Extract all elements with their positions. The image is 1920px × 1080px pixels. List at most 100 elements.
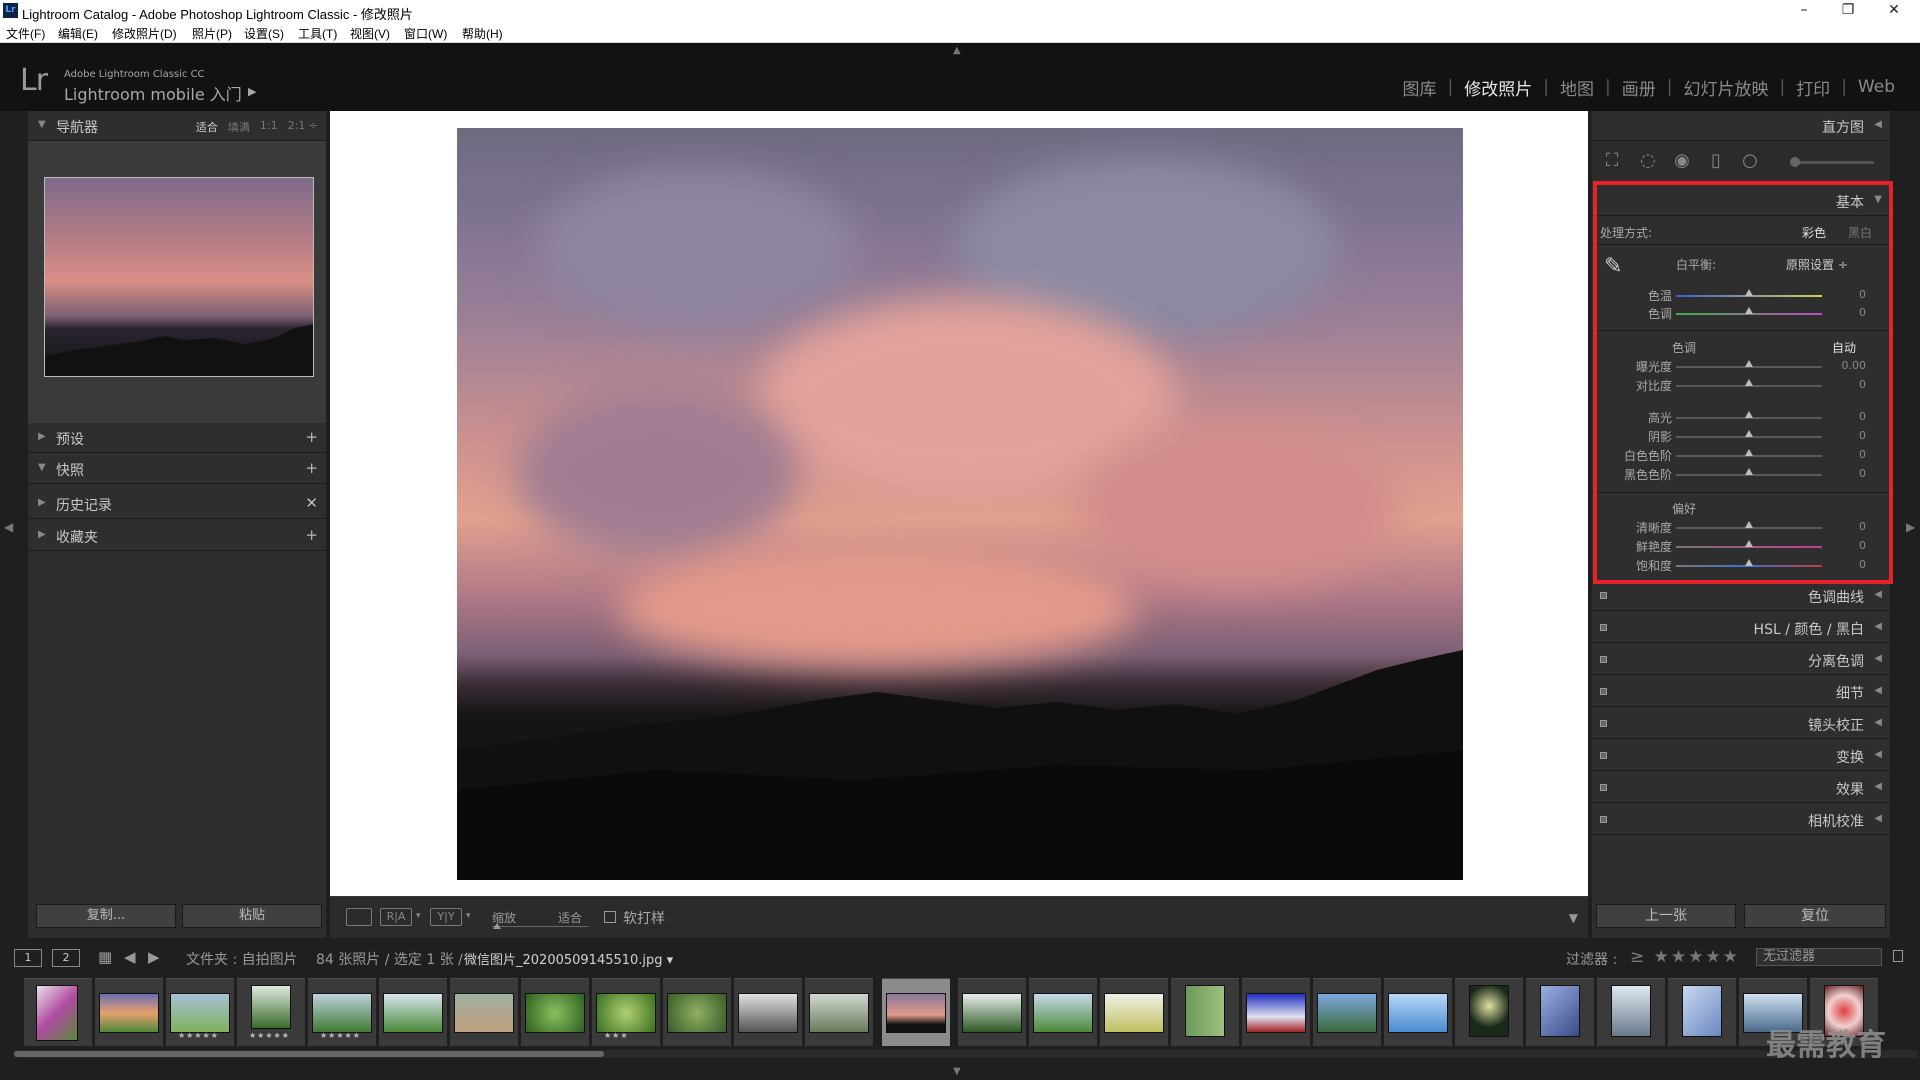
saturation-value[interactable]: 0 [1824, 558, 1866, 571]
filmstrip-thumbnail[interactable] [734, 978, 802, 1046]
loupe-view-button[interactable] [346, 908, 372, 926]
auto-tone-button[interactable]: 自动 [1832, 339, 1856, 356]
filmstrip-thumbnail[interactable] [1171, 978, 1239, 1046]
module-slideshow[interactable]: 幻灯片放映 [1672, 75, 1779, 100]
filter-preset-select[interactable]: 无过滤器 [1756, 948, 1882, 966]
filmstrip-thumbnail[interactable] [1313, 978, 1381, 1046]
panel-switch-icon[interactable] [1600, 656, 1607, 663]
menu-view[interactable]: 视图(V) [350, 25, 390, 42]
panel-switch-icon[interactable] [1600, 688, 1607, 695]
zoom-slider-track[interactable] [492, 926, 588, 927]
highlights-value[interactable]: 0 [1824, 410, 1866, 423]
filmstrip-thumbnail[interactable] [1597, 978, 1665, 1046]
menu-photo[interactable]: 照片(P) [192, 25, 232, 42]
clarity-slider-knob[interactable] [1745, 521, 1753, 528]
menu-edit[interactable]: 编辑(E) [58, 25, 98, 42]
add-preset-icon[interactable]: + [305, 428, 318, 446]
sunset-photo[interactable] [457, 128, 1463, 880]
navigator-header[interactable]: ▼ 导航器 适合 填满 1:1 2:1 ÷ [28, 111, 326, 141]
tint-value[interactable]: 0 [1824, 306, 1866, 319]
zoom-2to1-option[interactable]: 2:1 ÷ [288, 119, 318, 135]
zoom-1to1-option[interactable]: 1:1 [260, 119, 278, 135]
filmstrip-thumbnail[interactable] [1526, 978, 1594, 1046]
copy-settings-button[interactable]: 复制... [36, 904, 176, 928]
history-header[interactable]: ▶ 历史记录 ✕ [28, 489, 326, 519]
vibrance-slider-knob[interactable] [1745, 540, 1753, 547]
clear-history-icon[interactable]: ✕ [305, 494, 318, 512]
maximize-button[interactable]: ❐ [1826, 0, 1870, 22]
hsl-header[interactable]: HSL / 颜色 / 黑白 ◀ [1592, 613, 1890, 643]
mobile-intro-link[interactable]: Lightroom mobile 入门 [64, 81, 242, 105]
split-toning-header[interactable]: 分离色调 ◀ [1592, 645, 1890, 675]
panel-switch-icon[interactable] [1600, 720, 1607, 727]
highlights-slider-knob[interactable] [1745, 411, 1753, 418]
treatment-bw-option[interactable]: 黑白 [1848, 224, 1872, 241]
back-arrow-icon[interactable]: ◀ [124, 948, 136, 966]
module-print[interactable]: 打印 [1785, 75, 1841, 100]
module-web[interactable]: Web [1847, 77, 1906, 97]
detail-header[interactable]: 细节 ◀ [1592, 677, 1890, 707]
toolbar-options-dropdown-icon[interactable]: ▼ [1569, 911, 1578, 925]
filmstrip-thumbnail[interactable]: ★★★★★ [237, 978, 305, 1046]
white-balance-eyedropper-icon[interactable]: ✎ [1604, 254, 1622, 279]
reset-button[interactable]: 复位 [1744, 904, 1886, 928]
panel-switch-icon[interactable] [1600, 624, 1607, 631]
filmstrip-thumbnail[interactable] [663, 978, 731, 1046]
blacks-value[interactable]: 0 [1824, 467, 1866, 480]
source-folder-label[interactable]: 文件夹 : 自拍图片 [186, 949, 298, 969]
navigator-thumbnail[interactable] [44, 177, 314, 377]
contrast-value[interactable]: 0 [1824, 378, 1866, 391]
collections-header[interactable]: ▶ 收藏夹 + [28, 521, 326, 551]
panel-switch-icon[interactable] [1600, 592, 1607, 599]
menu-develop[interactable]: 修改照片(D) [112, 25, 177, 42]
filmstrip-thumbnail[interactable] [1384, 978, 1452, 1046]
adjustment-brush-knob[interactable] [1790, 157, 1800, 167]
filmstrip-thumbnail[interactable] [1668, 978, 1736, 1046]
basic-header[interactable]: 基本 ▼ [1592, 186, 1890, 216]
vibrance-value[interactable]: 0 [1824, 539, 1866, 552]
filmstrip-thumbnail[interactable] [958, 978, 1026, 1046]
forward-arrow-icon[interactable]: ▶ [148, 948, 160, 966]
exposure-slider-knob[interactable] [1745, 360, 1753, 367]
rating-filter[interactable]: ≥ ★★★★★ [1630, 947, 1740, 967]
spot-removal-icon[interactable]: ◌ [1638, 151, 1658, 171]
adjustment-brush-slider[interactable] [1790, 161, 1874, 164]
primary-window-button[interactable]: 1 [14, 949, 42, 967]
view-dropdown-icon[interactable]: ▾ [416, 911, 421, 921]
filmstrip-scroll-thumb[interactable] [14, 1051, 604, 1057]
filmstrip-thumbnail[interactable] [95, 978, 163, 1046]
lens-correction-header[interactable]: 镜头校正 ◀ [1592, 709, 1890, 739]
filmstrip-thumbnail[interactable] [805, 978, 873, 1046]
minimize-button[interactable]: – [1782, 0, 1826, 22]
previous-button[interactable]: 上一张 [1596, 904, 1736, 928]
panel-switch-icon[interactable] [1600, 784, 1607, 791]
tone-curve-header[interactable]: 色调曲线 ◀ [1592, 581, 1890, 611]
left-panel-toggle-icon[interactable]: ◀ [4, 520, 13, 534]
close-button[interactable]: ✕ [1872, 0, 1916, 22]
crop-overlay-icon[interactable]: ⛶ [1602, 151, 1622, 171]
filmstrip-thumbnail[interactable] [521, 978, 589, 1046]
grid-view-icon[interactable]: ▦ [98, 948, 112, 966]
contrast-slider-knob[interactable] [1745, 379, 1753, 386]
panel-switch-icon[interactable] [1600, 816, 1607, 823]
filmstrip-thumbnail-selected[interactable] [882, 978, 950, 1046]
secondary-window-button[interactable]: 2 [52, 949, 80, 967]
filmstrip-thumbnail[interactable]: ★★★★★ [308, 978, 376, 1046]
softproof-checkbox[interactable] [604, 911, 616, 923]
whites-slider-knob[interactable] [1745, 449, 1753, 456]
effects-header[interactable]: 效果 ◀ [1592, 773, 1890, 803]
saturation-slider-knob[interactable] [1745, 559, 1753, 566]
snapshots-header[interactable]: ▼ 快照 + [28, 454, 326, 484]
shadows-slider-knob[interactable] [1745, 430, 1753, 437]
radial-filter-icon[interactable]: ○ [1740, 151, 1760, 171]
menu-help[interactable]: 帮助(H) [462, 25, 503, 42]
temp-slider-knob[interactable] [1745, 289, 1753, 296]
white-balance-select[interactable]: 原照设置 ÷ [1786, 256, 1848, 273]
add-collection-icon[interactable]: + [305, 526, 318, 544]
module-library[interactable]: 图库 [1392, 75, 1448, 100]
filmstrip-thumbnail[interactable] [24, 978, 92, 1046]
filter-lock-icon[interactable] [1893, 950, 1903, 962]
right-panel-toggle-icon[interactable]: ▶ [1906, 520, 1915, 534]
histogram-header[interactable]: 直方图 ◀ [1592, 111, 1890, 141]
filmstrip-thumbnail[interactable]: ★★★★★ [166, 978, 234, 1046]
